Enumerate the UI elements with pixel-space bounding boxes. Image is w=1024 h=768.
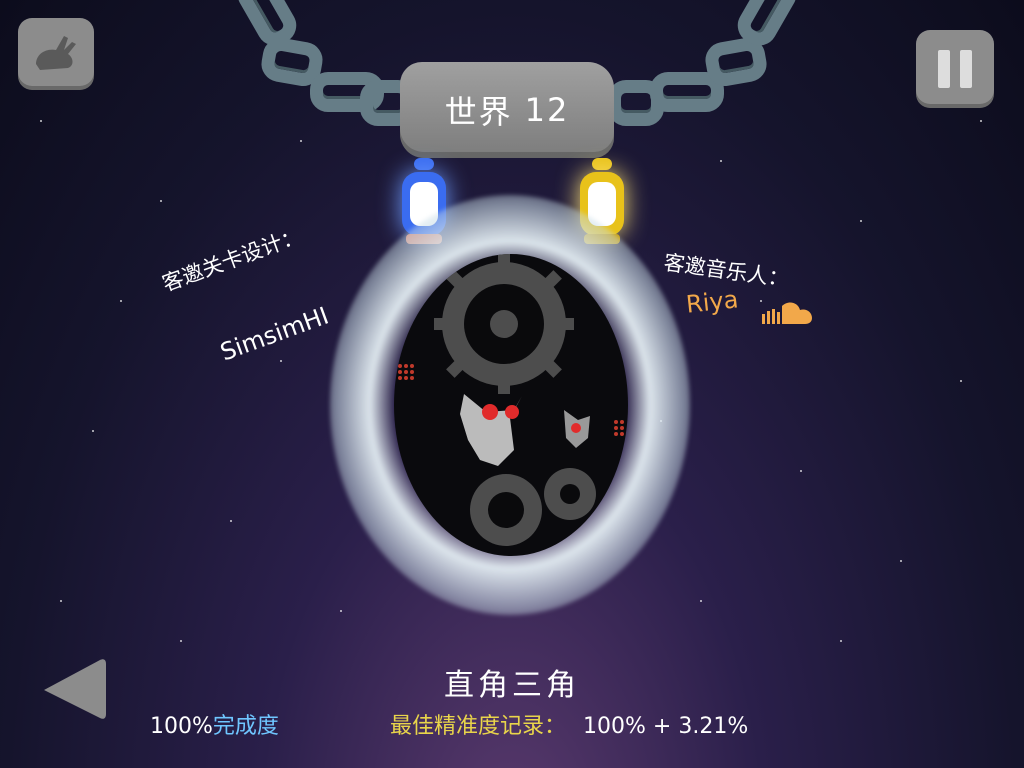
best-accuracy-value: 100% + 3.21% xyxy=(583,714,749,739)
world-number: 12 xyxy=(524,91,570,129)
completion-label: 完成度 xyxy=(212,714,279,739)
world-sign: 世界 12 xyxy=(400,62,614,158)
world-label: 世界 xyxy=(444,93,513,131)
level-portal[interactable] xyxy=(394,254,628,556)
speed-toggle-button[interactable] xyxy=(18,18,94,90)
goat-boss-icon xyxy=(460,394,522,466)
best-accuracy-stat: 最佳精准度记录： 100% + 3.21% xyxy=(390,708,748,740)
pause-icon xyxy=(938,50,972,88)
gears-illustration xyxy=(398,254,624,546)
best-accuracy-label: 最佳精准度记录： xyxy=(390,714,567,739)
pause-button[interactable] xyxy=(916,30,994,108)
level-title: 直角三角 xyxy=(444,668,580,703)
musician-name[interactable]: Riya xyxy=(685,285,740,318)
soundcloud-icon[interactable] xyxy=(760,300,814,326)
completion-stat: 100%完成度 xyxy=(150,708,279,740)
rabbit-icon xyxy=(36,36,76,70)
completion-value: 100% xyxy=(150,714,213,739)
